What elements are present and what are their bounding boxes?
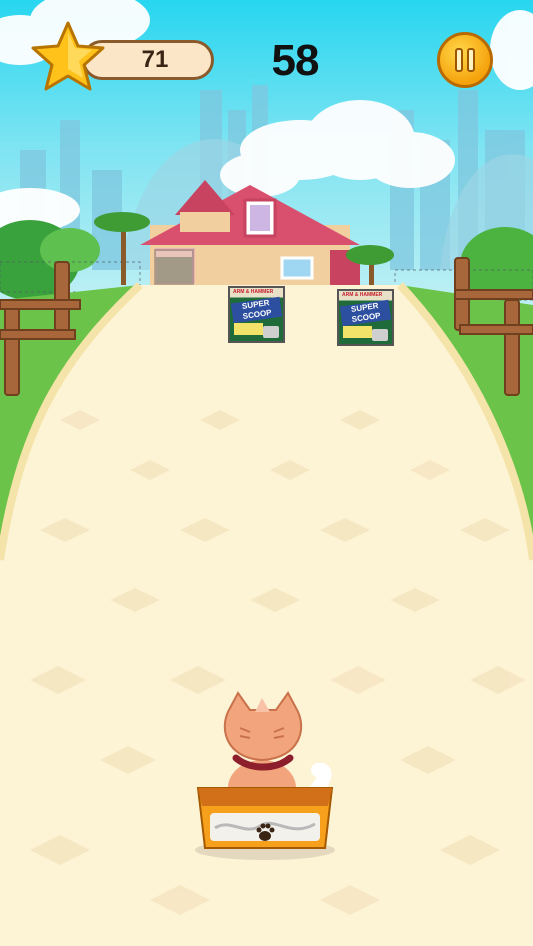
litter-brand: ARM & HAMMER bbox=[233, 289, 274, 295]
star-icon bbox=[31, 21, 105, 91]
pause-button[interactable] bbox=[437, 32, 493, 88]
pause-icon bbox=[455, 48, 463, 72]
litter-box-distant bbox=[154, 249, 194, 285]
game-scene: ARM & HAMMER SUPER SCOOP ARM & HAMMER SU… bbox=[0, 0, 533, 946]
litter-label: SUPER SCOOP bbox=[230, 296, 283, 324]
litter-brand: ARM & HAMMER bbox=[342, 292, 383, 298]
paw-icon bbox=[256, 823, 275, 841]
score-value: 71 bbox=[141, 46, 169, 73]
countdown-timer: 58 bbox=[271, 36, 320, 85]
litter-box-pickup: ARM & HAMMER SUPER SCOOP bbox=[228, 286, 285, 343]
litter-label: SUPER SCOOP bbox=[339, 299, 392, 327]
litter-box-pickup: ARM & HAMMER SUPER SCOOP bbox=[337, 289, 394, 346]
